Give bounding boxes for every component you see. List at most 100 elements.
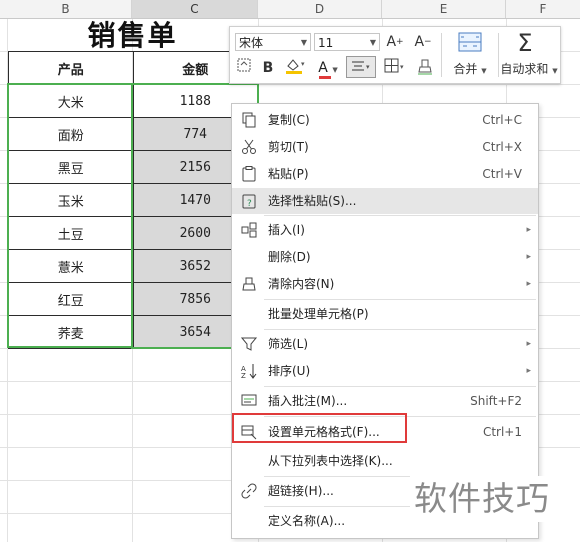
menu-item-shortcut: Ctrl+V [482, 167, 522, 181]
submenu-arrow-icon: ▸ [526, 279, 531, 289]
product-cell[interactable]: 黑豆 [8, 150, 134, 184]
merge-cells-icon [458, 32, 482, 52]
toolbar-divider [441, 33, 442, 77]
table-row: 面粉 774 [8, 117, 258, 151]
svg-text:▾: ▾ [400, 63, 404, 71]
menu-item-pick-from-list[interactable]: 从下拉列表中选择(K)... [232, 448, 538, 474]
column-header-e[interactable]: E [382, 0, 506, 18]
chevron-down-icon: ▼ [552, 67, 558, 75]
menu-item-filter[interactable]: 筛选(L) ▸ [232, 331, 538, 357]
menu-item-format-cells[interactable]: 设置单元格格式(F)... Ctrl+1 [232, 419, 538, 445]
menu-item-label: 排序(U) [268, 364, 311, 378]
column-header-b[interactable]: B [0, 0, 132, 18]
menu-separator [264, 416, 536, 417]
menu-separator [264, 215, 536, 216]
filter-icon [241, 337, 257, 351]
borders-icon: ▾ [384, 58, 404, 73]
format-painter-button[interactable] [234, 57, 254, 79]
font-size-select[interactable]: 11 ▼ [314, 33, 380, 51]
scissors-icon [242, 139, 256, 154]
menu-item-shortcut: Ctrl+1 [482, 425, 522, 439]
watermark: 软件技巧 [410, 476, 580, 522]
menu-item-label: 筛选(L) [268, 337, 309, 351]
menu-item-insert-comment[interactable]: 插入批注(M)... Shift+F2 [232, 388, 538, 414]
menu-item-shortcut: Ctrl+C [482, 113, 522, 127]
product-cell[interactable]: 薏米 [8, 249, 134, 283]
submenu-arrow-icon: ▸ [526, 225, 531, 235]
menu-item-cut[interactable]: 剪切(T) Ctrl+X [232, 134, 538, 160]
link-icon [241, 483, 257, 499]
align-button[interactable]: ▾ [346, 56, 376, 78]
menu-item-label: 批量处理单元格(P) [268, 307, 369, 321]
align-center-icon: ▾ [352, 61, 370, 71]
fill-color-button[interactable]: ▾ [282, 57, 308, 79]
menu-item-clear-contents[interactable]: 清除内容(N) ▸ [232, 271, 538, 297]
bold-button[interactable]: B [258, 57, 278, 79]
header-cell-product[interactable]: 产品 [8, 51, 134, 85]
watermark-text: 软件技巧 [414, 479, 550, 518]
menu-separator [264, 329, 536, 330]
menu-item-paste-special[interactable]: ? 选择性粘贴(S)... [232, 188, 538, 214]
menu-item-label: 清除内容(N) [268, 277, 335, 291]
autosum-button[interactable]: 自动求和 ▼ [498, 58, 560, 80]
menu-item-label: 粘贴(P) [268, 167, 309, 181]
product-cell[interactable]: 面粉 [8, 117, 134, 151]
paste-special-icon: ? [242, 194, 256, 209]
menu-item-label: 设置单元格格式(F)... [268, 425, 380, 439]
column-header-c[interactable]: C [132, 0, 258, 18]
product-cell[interactable]: 玉米 [8, 183, 134, 217]
format-painter-icon [237, 58, 251, 72]
merge-icon-button[interactable] [450, 31, 490, 53]
eraser-icon [418, 59, 432, 75]
column-header-d[interactable]: D [258, 0, 382, 18]
format-cells-icon [241, 425, 257, 440]
column-header-bar: B C D E F [0, 0, 580, 19]
sort-icon: A Z [241, 364, 257, 379]
increase-font-button[interactable]: A+ [384, 31, 406, 53]
copy-icon [242, 112, 256, 128]
product-cell[interactable]: 红豆 [8, 282, 134, 316]
column-header-f[interactable]: F [506, 0, 580, 18]
menu-item-batch-process[interactable]: 批量处理单元格(P) [232, 301, 538, 327]
menu-item-label: 删除(D) [268, 250, 311, 264]
menu-item-label: 插入(I) [268, 223, 305, 237]
decrease-font-button[interactable]: A− [412, 31, 434, 53]
borders-button[interactable]: ▾ [382, 57, 408, 79]
font-name-select[interactable]: 宋体 ▼ [235, 33, 311, 51]
autosum-label: 自动求和 [500, 62, 549, 76]
menu-item-label: 从下拉列表中选择(K)... [268, 454, 393, 468]
svg-text:?: ? [247, 199, 252, 209]
table-header-row: 产品 金额 [8, 51, 258, 85]
submenu-arrow-icon: ▸ [526, 252, 531, 262]
table-row: 玉米 1470 [8, 183, 258, 217]
menu-item-insert[interactable]: 插入(I) ▸ [232, 217, 538, 243]
font-name-value: 宋体 [239, 36, 264, 50]
svg-text:▾: ▾ [301, 60, 305, 68]
product-cell[interactable]: 荞麦 [8, 315, 134, 349]
menu-item-sort[interactable]: A Z 排序(U) ▸ [232, 358, 538, 384]
product-cell[interactable]: 大米 [8, 84, 134, 118]
table-row: 薏米 3652 [8, 249, 258, 283]
font-color-button[interactable]: A ▼ [316, 57, 340, 79]
chevron-down-icon: ▼ [332, 66, 338, 74]
menu-separator [264, 386, 536, 387]
menu-item-copy[interactable]: 复制(C) Ctrl+C [232, 107, 538, 133]
svg-text:Z: Z [241, 372, 246, 379]
table-row: 红豆 7856 [8, 282, 258, 316]
menu-item-paste[interactable]: 粘贴(P) Ctrl+V [232, 161, 538, 187]
menu-item-delete[interactable]: 删除(D) ▸ [232, 244, 538, 270]
sigma-icon[interactable]: Σ [512, 30, 538, 56]
menu-item-shortcut: Shift+F2 [470, 394, 522, 408]
product-cell[interactable]: 土豆 [8, 216, 134, 250]
sheet-title[interactable]: 销售单 [8, 19, 257, 52]
submenu-arrow-icon: ▸ [526, 339, 531, 349]
table-row: 荞麦 3654 [8, 315, 258, 349]
submenu-arrow-icon: ▸ [526, 366, 531, 376]
chevron-down-icon: ▼ [300, 38, 307, 47]
fill-color-icon: ▾ [286, 59, 305, 74]
menu-item-label: 剪切(T) [268, 140, 309, 154]
clear-format-button[interactable] [414, 57, 436, 79]
merge-button[interactable]: 合并 ▼ [444, 58, 496, 80]
table-row: 大米 1188 [8, 84, 258, 118]
font-color-swatch [319, 76, 331, 79]
